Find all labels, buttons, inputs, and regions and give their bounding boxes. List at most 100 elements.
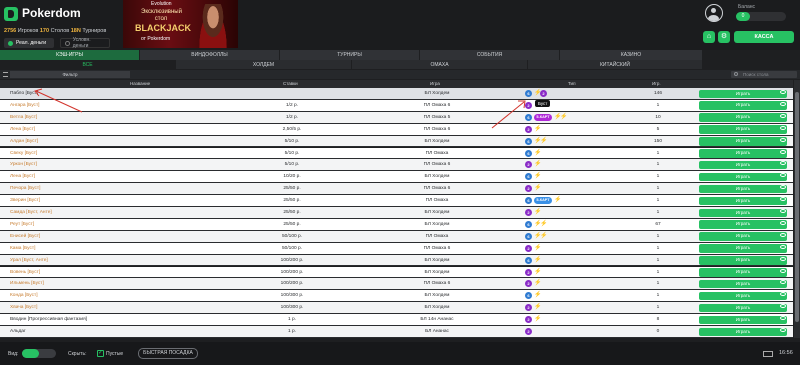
play-button[interactable]: Играть: [699, 113, 787, 122]
heads-up-icon: 2: [525, 185, 532, 193]
table-name: Свеху [Буст]: [10, 150, 38, 156]
observe-eye-icon[interactable]: [780, 101, 786, 106]
tab-holdem[interactable]: ХОЛДЕМ: [176, 60, 352, 69]
real-money-toggle[interactable]: Реал. деньги: [4, 38, 54, 48]
observe-eye-icon[interactable]: [780, 268, 786, 273]
hide-empty-checkbox[interactable]: ✓: [97, 350, 104, 357]
table-row[interactable]: Уркон [Буст] 5/10 р. ПЛ Омаха 6 2 ⚡ 1 Играть: [0, 159, 793, 172]
cashier-button[interactable]: КАССА: [734, 31, 794, 43]
observe-eye-icon[interactable]: [780, 328, 786, 332]
boost-icon: ⚡: [540, 220, 548, 227]
tab-casino[interactable]: КАЗИНО: [560, 50, 703, 60]
tab-omaha[interactable]: ОМАХА: [352, 60, 528, 69]
observe-eye-icon[interactable]: [780, 149, 786, 154]
play-button[interactable]: Играть: [699, 208, 787, 217]
table-row[interactable]: Реут [Буст] 25/50 р. БЛ Холдем 6 ⚡ ⚡ 67 Играть: [0, 218, 793, 231]
table-row[interactable]: Ветла [Буст] 1/2 р. ПЛ Омаха 5 6 5-КАРТ ⚡ ⚡ 10 И…: [0, 111, 793, 124]
play-button[interactable]: Играть: [699, 327, 787, 336]
table-name: Альдаг: [10, 329, 26, 334]
observe-eye-icon[interactable]: [780, 113, 786, 118]
table-row[interactable]: Пабло [Буст] БЛ Холдем 6 ⚡ 2 146 Играть: [0, 88, 793, 100]
observe-eye-icon[interactable]: [780, 232, 786, 237]
window-icon[interactable]: [763, 351, 773, 357]
table-name: Лена [Буст]: [10, 174, 36, 180]
play-button[interactable]: Играть: [699, 220, 787, 229]
observe-eye-icon[interactable]: [780, 90, 786, 94]
tab-all[interactable]: ВСЕ: [0, 60, 176, 69]
promo-banner[interactable]: Evolution Эксклюзивный стол BLACKJACK от…: [123, 0, 238, 48]
home-icon[interactable]: ⌂: [703, 31, 715, 43]
play-button[interactable]: Играть: [699, 149, 787, 158]
play-button[interactable]: Играть: [699, 89, 787, 98]
tab-cash-games[interactable]: КЭШ-ИГРЫ: [0, 50, 140, 60]
menu-icon[interactable]: [3, 72, 8, 77]
table-row[interactable]: Ильмень [Буст] 100/200 р. ПЛ Омаха 6 2 ⚡ 1 Игр…: [0, 278, 793, 291]
observe-eye-icon[interactable]: [780, 220, 786, 225]
banner-brand: Evolution: [151, 1, 172, 7]
play-button[interactable]: Играть: [699, 279, 787, 289]
observe-eye-icon[interactable]: [780, 256, 786, 261]
table-row[interactable]: Зверин [Буст] 25/50 р. ПЛ Омаха 6 5-КАРТ ⚡ 1 Иг…: [0, 195, 793, 207]
player-count: 1: [656, 305, 660, 311]
search-input[interactable]: Поиск стола: [731, 71, 797, 78]
boost-icon: ⚡: [534, 209, 542, 215]
table-row[interactable]: Печора [Буст] 25/50 р. ПЛ Омаха 6 2 ⚡ 1 Играть: [0, 183, 793, 196]
heads-up-icon: 2: [525, 268, 532, 276]
play-money-toggle[interactable]: Условн. деньги: [60, 37, 110, 49]
play-button[interactable]: Играть: [699, 244, 787, 253]
tab-windfalls[interactable]: ВИНДОФОЛЛЫ: [140, 50, 280, 60]
quick-seat-button[interactable]: БЫСТРАЯ ПОСАДКА: [138, 348, 198, 359]
filter-button[interactable]: Фильтр: [10, 71, 130, 78]
play-button[interactable]: Играть: [699, 256, 787, 265]
tab-chinese[interactable]: КИТАЙСКИЙ: [528, 60, 703, 69]
table-row[interactable]: Альдаг 1 р. БЛ Ананас 2 0 Играть: [0, 326, 793, 338]
table-row[interactable]: Лена [Буст] 10/20 р. БЛ Холдем 6 ⚡ 1 Играть: [0, 171, 793, 184]
table-row[interactable]: Свеху [Буст] 5/10 р. ПЛ Омаха 6 ⚡ 1 Играть: [0, 147, 793, 160]
table-row[interactable]: Кама [Буст] 50/100 р. ПЛ Омаха 6 2 ⚡ 1 Играть: [0, 242, 793, 255]
play-button[interactable]: Играть: [699, 232, 787, 241]
scrollbar-thumb[interactable]: [795, 92, 799, 322]
play-button[interactable]: Играть: [699, 268, 787, 277]
table-type-badges: 6 ⚡: [525, 256, 541, 264]
table-row[interactable]: Енисей [Буст] 50/100 р. ПЛ Омаха 6 ⚡ ⚡ 1 Играть: [0, 230, 793, 243]
game-type: ПЛ Омаха: [425, 233, 449, 239]
col-game[interactable]: Игра: [430, 81, 440, 86]
play-button[interactable]: Играть: [699, 291, 787, 301]
col-players[interactable]: Игр.: [652, 81, 661, 86]
table-type-badges: 6 ⚡: [525, 173, 541, 181]
tab-events[interactable]: СОБЫТИЯ: [420, 50, 560, 60]
tab-tournaments[interactable]: ТУРНИРЫ: [280, 50, 420, 60]
play-button[interactable]: Играть: [699, 160, 787, 170]
view-toggle[interactable]: [22, 349, 56, 358]
col-stakes[interactable]: Ставки: [283, 81, 298, 86]
col-name[interactable]: Название: [130, 81, 150, 86]
observe-eye-icon[interactable]: [780, 125, 786, 130]
observe-eye-icon[interactable]: [780, 209, 786, 213]
tables-count: 170: [39, 28, 50, 34]
observe-eye-icon[interactable]: [780, 137, 786, 142]
table-row[interactable]: Урал [Буст, Анте] 100/200 р. БЛ Холдем 6 ⚡ 1 И…: [0, 254, 793, 267]
play-button[interactable]: Играть: [699, 125, 787, 134]
banner-line1: Эксклюзивный: [141, 9, 182, 15]
settings-icon[interactable]: ⚙: [718, 31, 730, 43]
play-button[interactable]: Играть: [699, 172, 787, 182]
play-button[interactable]: Играть: [699, 184, 787, 194]
table-row[interactable]: Алдан [Буст] 5/10 р. БЛ Холдем 6 ⚡ ⚡ 150 Играть: [0, 135, 793, 148]
user-avatar-icon[interactable]: [705, 4, 723, 22]
table-row[interactable]: Самда [Буст, Анте] 25/50 р. БЛ Холдем 2 ⚡ 1 Иг…: [0, 207, 793, 219]
play-button[interactable]: Играть: [699, 101, 787, 110]
table-type-badges: 6 ⚡: [525, 149, 541, 157]
play-button[interactable]: Играть: [699, 303, 787, 313]
observe-eye-icon[interactable]: [780, 244, 786, 249]
table-row[interactable]: Хвача [Буст] 100/300 р. БЛ Холдем 2 ⚡ 1 Играть: [0, 302, 793, 315]
game-type: БЛ Холдем: [424, 174, 450, 180]
table-row[interactable]: Ангара [Буст]1/2 р.ПЛ Омаха 62⚡1Играть: [0, 99, 793, 112]
play-button[interactable]: Играть: [699, 196, 787, 206]
table-row[interactable]: Лена [Буст] 2,50/5 р. ПЛ Омаха 6 2 ⚡ 5 Играть: [0, 123, 793, 136]
col-type[interactable]: Тип: [568, 81, 576, 86]
table-row[interactable]: Вводин [Прогрессивная фантазия] 1 р. БЛ 14…: [0, 314, 793, 326]
play-button[interactable]: Играть: [699, 315, 787, 325]
play-button[interactable]: Играть: [699, 137, 787, 146]
table-row[interactable]: Вовень [Буст] 100/200 р. БЛ Холдем 2 ⚡ 1 Играт…: [0, 266, 793, 279]
table-row[interactable]: Конда [Буст] 100/300 р. БЛ Холдем 6 ⚡ 1 Играть: [0, 290, 793, 303]
